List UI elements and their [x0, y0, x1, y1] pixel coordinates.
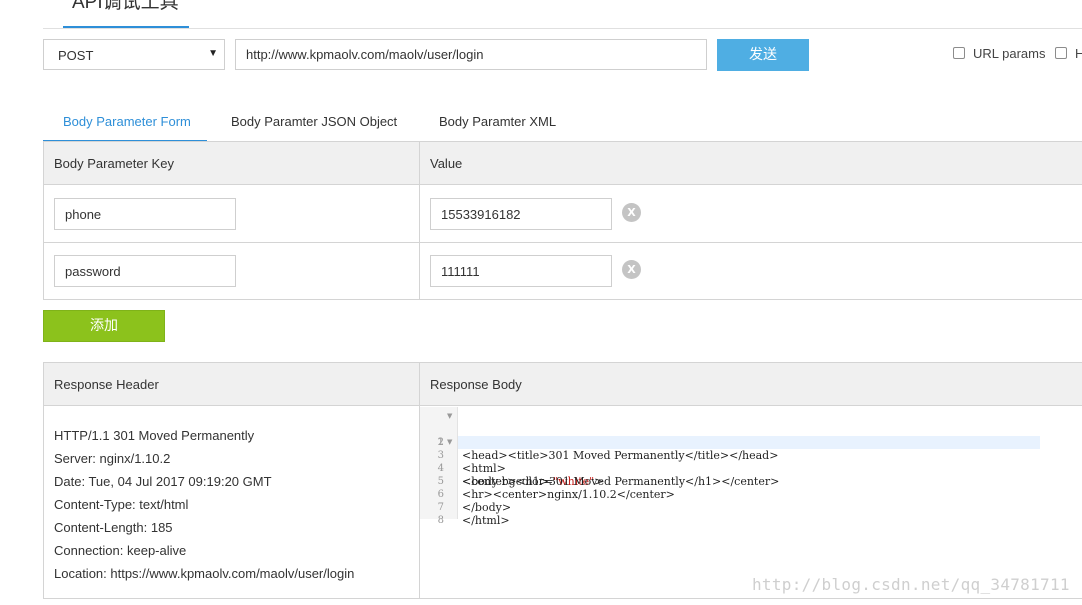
response-header-line: Content-Length: 185 — [54, 520, 173, 535]
fold-arrow-icon[interactable]: ▼ — [447, 436, 452, 449]
response-header-line: Location: https://www.kpmaolv.com/maolv/… — [54, 566, 355, 581]
code-line: 4 <center><h1>301 Moved Permanently</h1>… — [420, 449, 780, 488]
headers-label: H — [1075, 46, 1082, 61]
response-header-line: Content-Type: text/html — [54, 497, 189, 512]
code-text: </body> — [462, 501, 512, 514]
response-header-line: Connection: keep-alive — [54, 543, 187, 558]
param-value-input-phone[interactable] — [430, 198, 612, 230]
tab-api-debug-tool[interactable]: API调试工具 — [63, 0, 189, 28]
response-header-text: HTTP/1.1 301 Moved Permanently Server: n… — [54, 424, 354, 585]
line-number: 8 — [437, 515, 444, 526]
response-header-line: Server: nginx/1.10.2 — [54, 451, 171, 466]
tab-body-xml[interactable]: Body Paramter XML — [439, 114, 556, 129]
row-divider — [44, 242, 1082, 243]
response-table-header — [44, 363, 1082, 406]
code-text: <hr><center>nginx/1.10.2</center> — [462, 488, 675, 501]
headers-checkbox[interactable] — [1055, 47, 1067, 59]
code-line: 3 ▼ <body bgcolor="white"> — [420, 436, 604, 488]
url-params-checkbox[interactable] — [953, 47, 965, 59]
code-text: <html> — [462, 462, 506, 475]
param-key-input-password[interactable] — [54, 255, 236, 287]
fold-arrow-icon[interactable]: ▼ — [447, 410, 452, 423]
code-line: 1 ▼ <html> — [420, 410, 1040, 475]
code-line: 2 <head><title>301 Moved Permanently</ti… — [420, 423, 779, 462]
watermark: http://blog.csdn.net/qq_34781711 — [752, 575, 1070, 594]
param-value-header: Value — [430, 156, 463, 171]
delete-row-icon[interactable]: X — [622, 260, 641, 279]
param-key-input-phone[interactable] — [54, 198, 236, 230]
code-text: <center><h1>301 Moved Permanently</h1></… — [462, 475, 780, 488]
active-line-highlight — [458, 436, 1040, 449]
params-table-header — [44, 142, 1082, 185]
response-body-editor[interactable]: 1 ▼ <html> 2 <head><title>301 Moved Perm… — [420, 410, 1040, 527]
param-key-header: Body Parameter Key — [54, 156, 174, 171]
code-line: 5 <hr><center>nginx/1.10.2</center> — [420, 462, 675, 501]
caret-down-icon: ▼ — [208, 48, 218, 59]
column-divider — [419, 142, 420, 299]
http-method-value: POST — [58, 48, 94, 63]
tab-body-parameter-form[interactable]: Body Parameter Form — [63, 114, 191, 129]
http-method-select[interactable]: POST ▼ — [43, 39, 225, 70]
tab-label: API调试工具 — [72, 0, 179, 13]
param-value-input-password[interactable] — [430, 255, 612, 287]
response-body-title: Response Body — [430, 377, 522, 392]
url-params-label: URL params — [973, 46, 1046, 61]
code-text: <head><title>301 Moved Permanently</titl… — [462, 449, 779, 462]
response-header-line: HTTP/1.1 301 Moved Permanently — [54, 428, 255, 443]
code-line: 8 — [420, 501, 444, 526]
code-text: </html> — [462, 514, 510, 527]
response-header-line: Date: Tue, 04 Jul 2017 09:19:20 GMT — [54, 474, 272, 489]
code-line: 7 </html> — [420, 488, 510, 527]
add-parameter-button[interactable]: 添加 — [43, 310, 165, 342]
delete-row-icon[interactable]: X — [622, 203, 641, 222]
send-button[interactable]: 发送 — [717, 39, 809, 71]
divider — [43, 28, 1082, 29]
code-line: 6 </body> — [420, 475, 511, 514]
tab-body-json-object[interactable]: Body Paramter JSON Object — [231, 114, 397, 129]
response-header-title: Response Header — [54, 377, 159, 392]
url-input[interactable] — [235, 39, 707, 70]
